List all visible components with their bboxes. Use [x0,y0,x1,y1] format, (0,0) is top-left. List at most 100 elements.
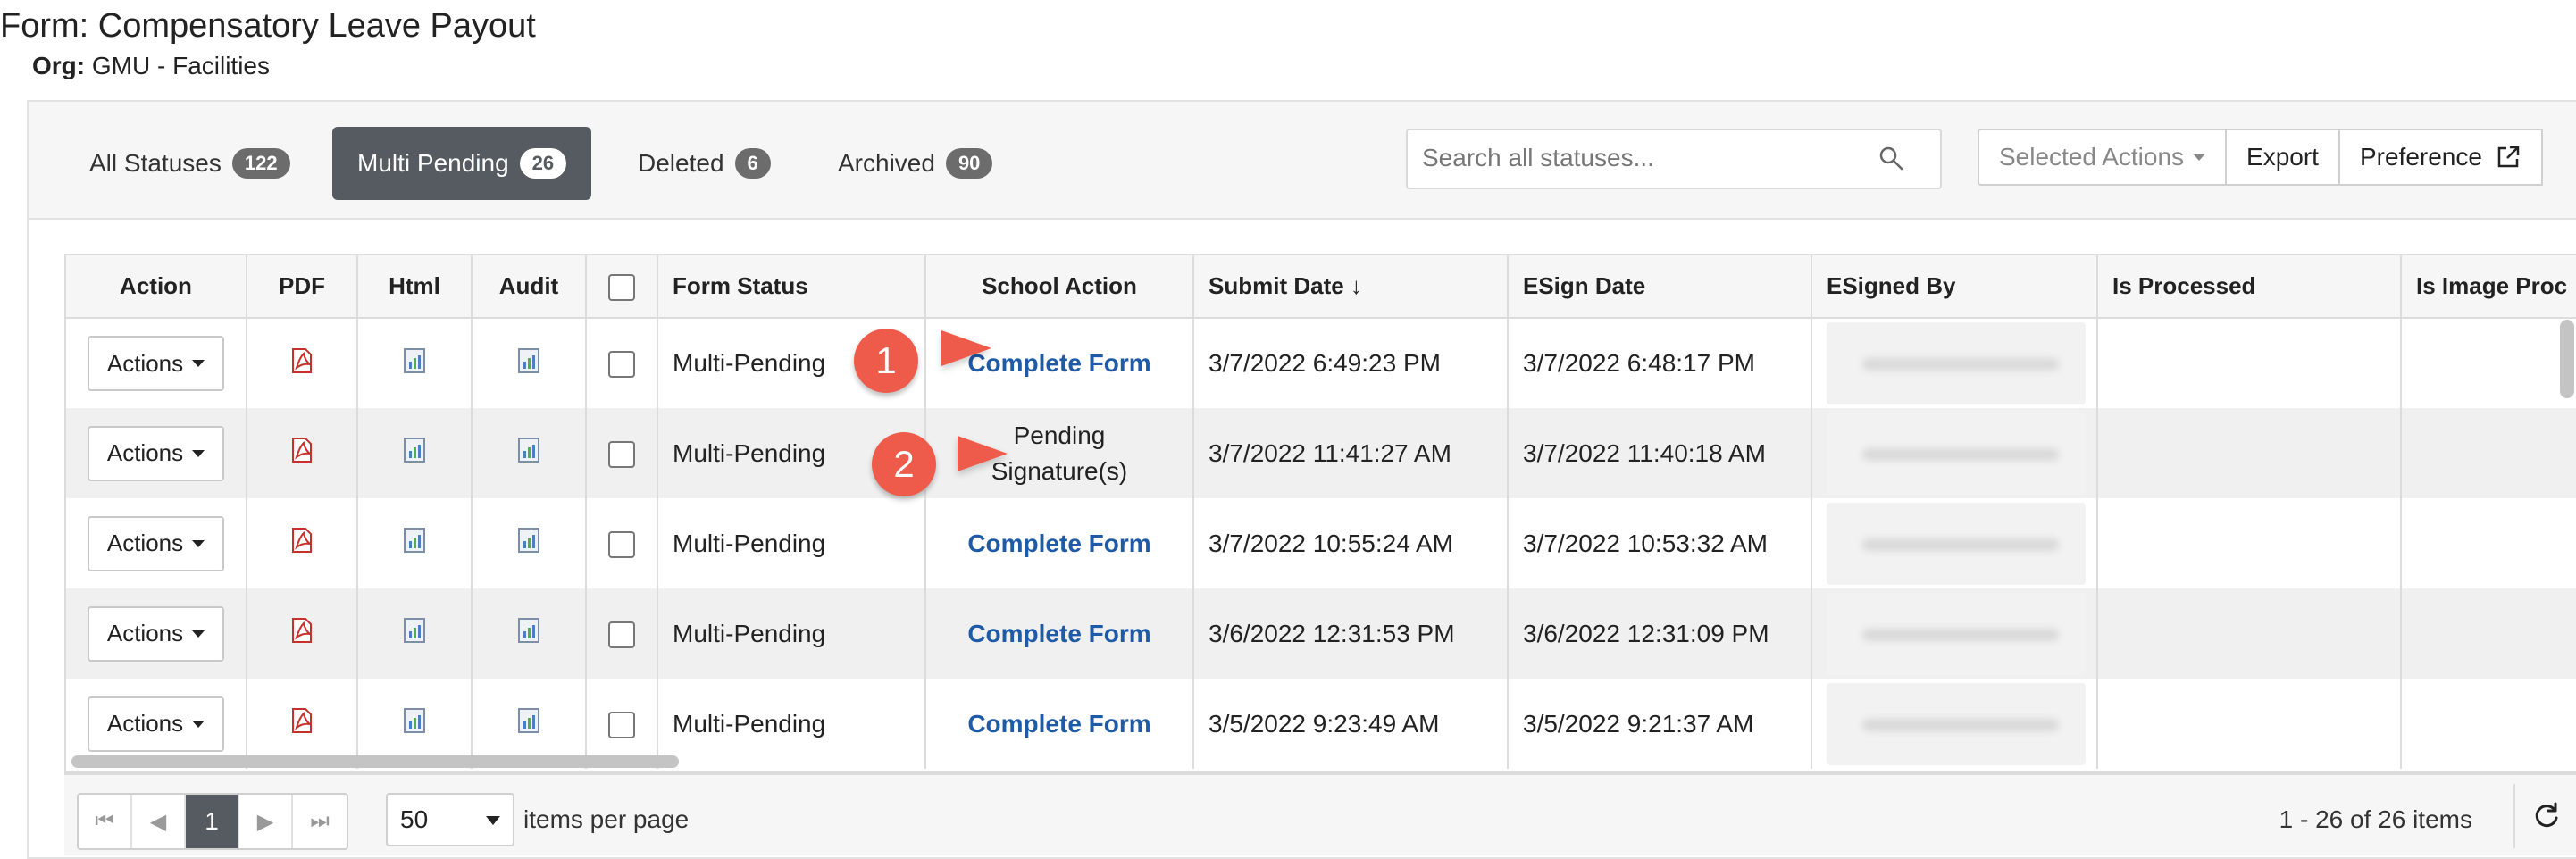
last-page-icon[interactable]: ⏭ [293,795,347,848]
column-header-esign-date[interactable]: ESign Date [1508,255,1812,319]
audit-report-icon[interactable] [516,347,541,374]
tab-archived[interactable]: Archived 90 [838,127,993,200]
complete-form-link[interactable]: Complete Form [967,620,1150,647]
row-actions-button[interactable]: Actions [87,696,225,752]
html-report-icon[interactable] [402,527,427,554]
audit-cell [472,318,587,408]
row-actions-button[interactable]: Actions [87,605,225,662]
audit-report-icon[interactable] [516,707,541,734]
esigned-by-cell [1811,498,2098,588]
pdf-icon[interactable] [288,616,316,645]
first-page-icon[interactable]: ⏮ [79,795,132,848]
chevron-down-icon [192,360,205,367]
form-name: Compensatory Leave Payout [97,7,536,45]
next-page-icon[interactable]: ▶ [239,795,293,848]
row-checkbox[interactable] [608,530,635,558]
per-page-select[interactable]: 50 [386,793,514,846]
row-checkbox[interactable] [608,711,635,738]
tab-deleted[interactable]: Deleted 6 [638,127,771,200]
row-actions-button[interactable]: Actions [87,336,225,391]
esigned-by-cell [1811,679,2098,769]
row-actions-label: Actions [106,620,184,646]
select-all-checkbox[interactable] [608,273,635,301]
callout-marker-2: 2 [872,432,936,496]
page-number-current[interactable]: 1 [186,795,239,848]
audit-cell [472,408,587,498]
action-button-group: Selected Actions Export Preference [1978,129,2543,186]
preference-button[interactable]: Preference [2338,129,2543,186]
pdf-cell [247,318,358,408]
audit-report-icon[interactable] [516,617,541,644]
tab-label: All Statuses [89,149,222,177]
select-cell [586,318,658,408]
page-nav: ⏮ ◀ 1 ▶ ⏭ [77,793,348,850]
prev-page-icon[interactable]: ◀ [132,795,186,848]
external-link-icon [2497,146,2520,168]
column-header-html[interactable]: Html [357,255,473,319]
audit-report-icon[interactable] [516,437,541,463]
search-box [1406,129,1942,189]
pdf-icon[interactable] [288,346,316,375]
column-header-audit[interactable]: Audit [472,255,587,319]
action-cell: Actions [66,318,247,408]
row-actions-label: Actions [106,710,184,737]
row-checkbox[interactable] [608,621,635,648]
is-image-proc-cell [2401,498,2576,588]
html-cell [357,588,473,679]
pdf-cell [247,408,358,498]
school-action-cell: Complete Form [925,679,1194,769]
pdf-icon[interactable] [288,436,316,464]
complete-form-link[interactable]: Complete Form [967,710,1150,738]
row-checkbox[interactable] [608,440,635,468]
grid-panel: All Statuses 122 Multi Pending 26 Delete… [27,100,2576,859]
is-processed-cell [2097,408,2402,498]
submit-date-cell: 3/7/2022 11:41:27 AM [1193,408,1509,498]
form-status-cell: Multi-Pending [657,498,926,588]
column-header-school-action[interactable]: School Action [925,255,1194,319]
column-header-is-processed[interactable]: Is Processed [2097,255,2402,319]
refresh-icon [2535,802,2558,828]
tab-multi-pending[interactable]: Multi Pending 26 [332,127,592,200]
html-report-icon[interactable] [402,617,427,644]
table-row: Actions Multi-Pending Complete Form 3/7/… [66,318,2576,408]
esigned-by-cell [1811,588,2098,679]
column-header-is-image-proc[interactable]: Is Image Proc [2401,255,2576,319]
school-action-cell: Complete Form [925,498,1194,588]
column-header-form-status[interactable]: Form Status [657,255,926,319]
action-cell: Actions [66,408,247,498]
complete-form-link[interactable]: Complete Form [967,530,1150,557]
redacted-name [1827,502,2086,585]
html-cell [357,408,473,498]
column-header-submit-date[interactable]: Submit Date ↓ [1193,255,1509,319]
vertical-scrollbar[interactable] [2560,320,2574,398]
tab-all-statuses[interactable]: All Statuses 122 [89,127,290,200]
pdf-icon[interactable] [288,526,316,555]
column-header-esigned-by[interactable]: ESigned By [1811,255,2098,319]
row-actions-button[interactable]: Actions [87,515,225,571]
chevron-down-icon [192,630,205,638]
column-header-action[interactable]: Action [66,255,247,319]
tab-label: Archived [838,149,935,177]
selected-actions-button[interactable]: Selected Actions [1978,129,2228,186]
column-header-pdf[interactable]: PDF [247,255,358,319]
audit-report-icon[interactable] [516,527,541,554]
action-cell: Actions [66,498,247,588]
complete-form-link[interactable]: Complete Form [967,349,1150,377]
per-page-label: items per page [523,805,690,833]
export-button[interactable]: Export [2225,129,2340,186]
html-report-icon[interactable] [402,707,427,734]
submit-date-cell: 3/6/2022 12:31:53 PM [1193,588,1509,679]
callout-pointer [958,436,1008,471]
is-processed-cell [2097,498,2402,588]
horizontal-scrollbar[interactable] [71,755,679,768]
search-icon[interactable] [1878,145,1904,171]
page-title: Form: Compensatory Leave Payout [0,7,536,46]
pdf-icon[interactable] [288,706,316,735]
row-actions-button[interactable]: Actions [87,425,225,481]
refresh-button[interactable] [2513,784,2576,848]
html-report-icon[interactable] [402,437,427,463]
html-report-icon[interactable] [402,347,427,374]
row-checkbox[interactable] [608,351,635,379]
search-input[interactable] [1420,130,1870,186]
org-name: GMU - Facilities [91,52,271,79]
